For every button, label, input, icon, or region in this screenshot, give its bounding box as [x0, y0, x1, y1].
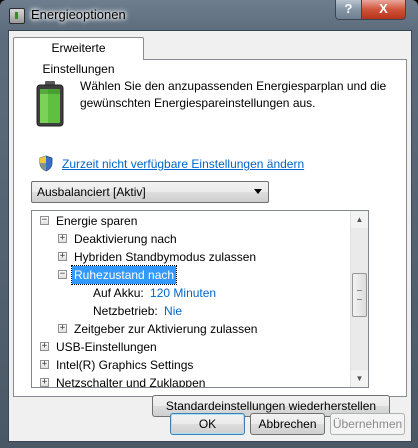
collapse-icon[interactable]: − — [58, 270, 67, 279]
scrollbar-grip-icon — [357, 290, 362, 300]
header-description: Wählen Sie den anzupassenden Energiespar… — [80, 79, 387, 110]
tree-item-label: Deaktivierung nach — [74, 232, 177, 246]
expand-icon[interactable]: + — [40, 378, 49, 387]
tree-item-label: Intel(R) Graphics Settings — [56, 358, 194, 372]
plugged-in-value[interactable]: Nie — [164, 304, 182, 318]
tree-item-label: Energie sparen — [56, 214, 138, 228]
power-plan-value: Ausbalanciert [Aktiv] — [37, 185, 146, 199]
on-battery-label: Auf Akku: — [93, 286, 144, 300]
change-unavailable-settings-link[interactable]: Zurzeit nicht verfügbare Einstellungen ä… — [62, 157, 304, 171]
tab-panel: Wählen Sie den anzupassenden Energiespar… — [13, 59, 407, 417]
tree-item-label-selected: Ruhezustand nach — [70, 265, 178, 285]
expand-icon[interactable]: + — [58, 234, 67, 243]
uac-shield-icon — [39, 155, 53, 172]
scrollbar-thumb[interactable] — [352, 273, 367, 317]
apply-button[interactable]: Übernehmen — [330, 413, 405, 435]
tree-item-label: Netzschalter und Zuklappen — [56, 376, 206, 388]
dialog-window: Energieoptionen ? X Erweiterte Einstellu… — [0, 0, 418, 448]
title-bar[interactable]: Energieoptionen ? X — [0, 0, 418, 30]
tree-item-label: Hybriden Standbymodus zulassen — [74, 250, 257, 264]
help-button[interactable]: ? — [335, 0, 362, 20]
window-title: Energieoptionen — [31, 7, 126, 22]
settings-tree[interactable]: − Energie sparen + Deaktivierung nach + … — [31, 210, 369, 388]
tree-item-label: USB-Einstellungen — [56, 340, 157, 354]
power-options-icon — [9, 8, 25, 24]
power-plan-dropdown[interactable]: Ausbalanciert [Aktiv] — [31, 181, 269, 203]
expand-icon[interactable]: + — [40, 342, 49, 351]
scroll-up-arrow-icon[interactable]: ▲ — [351, 211, 368, 228]
expand-icon[interactable]: + — [58, 252, 67, 261]
tree-item-on-battery[interactable]: Auf Akku: 120 Minuten — [93, 284, 216, 302]
plugged-in-label: Netzbetrieb: — [93, 304, 158, 318]
tree-item-label: Zeitgeber zur Aktivierung zulassen — [74, 322, 258, 336]
chevron-down-icon — [254, 189, 262, 194]
cancel-button[interactable]: Abbrechen — [250, 413, 325, 435]
scroll-down-arrow-icon[interactable]: ▼ — [351, 370, 368, 387]
tab-advanced-settings[interactable]: Erweiterte Einstellungen — [13, 37, 144, 76]
battery-icon — [36, 81, 64, 127]
tree-item-plugged-in[interactable]: Netzbetrieb: Nie — [93, 302, 182, 320]
expand-icon[interactable]: + — [58, 324, 67, 333]
expand-icon[interactable]: + — [40, 360, 49, 369]
dialog-client-area: Erweiterte Einstellungen Wählen Sie den … — [8, 30, 412, 442]
on-battery-value[interactable]: 120 Minuten — [150, 286, 216, 300]
close-button[interactable]: X — [361, 0, 406, 20]
collapse-icon[interactable]: − — [40, 216, 49, 225]
tree-scrollbar[interactable]: ▲ ▼ — [350, 211, 368, 387]
ok-button[interactable]: OK — [170, 413, 245, 435]
